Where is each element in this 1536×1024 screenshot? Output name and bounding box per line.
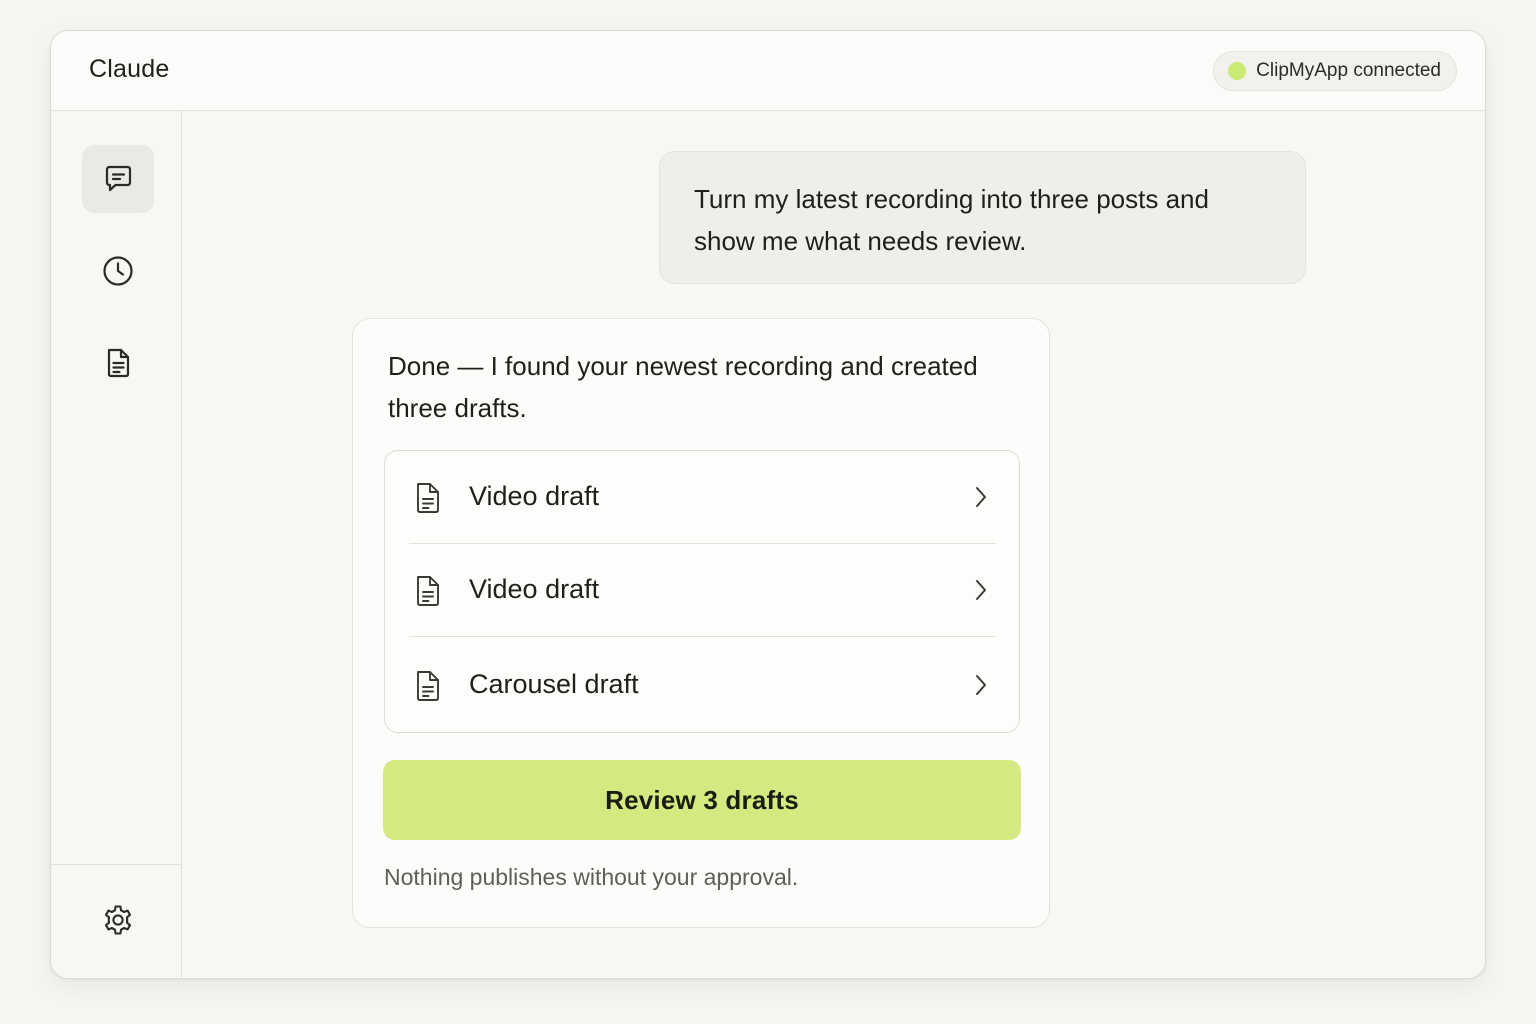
assistant-message-text: Done — I found your newest recording and…: [388, 351, 978, 423]
assistant-reply-card: Done — I found your newest recording and…: [352, 318, 1050, 928]
gear-icon: [104, 905, 132, 935]
draft-item-carousel[interactable]: Carousel draft: [385, 639, 1019, 732]
chevron-right-icon: [976, 487, 986, 507]
app-window: Claude ClipMyApp connected Turn my lates…: [50, 30, 1486, 979]
document-icon: [107, 348, 130, 378]
document-icon: [417, 483, 439, 513]
sidebar: [51, 111, 182, 978]
approval-note: Nothing publishes without your approval.: [384, 864, 799, 890]
connection-status-badge: ClipMyApp connected: [1213, 51, 1457, 91]
draft-label: Video draft: [469, 574, 600, 604]
user-message-bubble: Turn my latest recording into three post…: [659, 151, 1306, 284]
document-icon: [417, 576, 439, 606]
draft-label: Carousel draft: [469, 669, 639, 699]
app-title: Claude: [89, 55, 170, 83]
document-icon: [417, 671, 439, 701]
draft-item-video-1[interactable]: Video draft: [385, 451, 1019, 544]
connection-status-text: ClipMyApp connected: [1256, 60, 1441, 81]
status-dot-icon: [1228, 62, 1247, 80]
drafts-list: Video draft Video draft Carousel draft: [384, 450, 1020, 733]
draft-item-video-2[interactable]: Video draft: [385, 544, 1019, 637]
chat-area: Turn my latest recording into three post…: [183, 112, 1485, 978]
review-drafts-button[interactable]: Review 3 drafts: [383, 760, 1021, 840]
row-divider: [409, 636, 996, 637]
chat-bubble-icon: [105, 165, 132, 192]
sidebar-item-chat[interactable]: [82, 145, 154, 213]
sidebar-item-history[interactable]: [82, 237, 154, 305]
chevron-right-icon: [976, 675, 986, 695]
sidebar-item-documents[interactable]: [82, 329, 154, 397]
title-bar: Claude ClipMyApp connected: [51, 31, 1485, 111]
user-message-text: Turn my latest recording into three post…: [694, 184, 1209, 256]
sidebar-divider: [51, 864, 182, 865]
chevron-right-icon: [976, 580, 986, 600]
clock-icon: [103, 256, 133, 286]
settings-button[interactable]: [82, 886, 154, 954]
draft-label: Video draft: [469, 481, 600, 511]
